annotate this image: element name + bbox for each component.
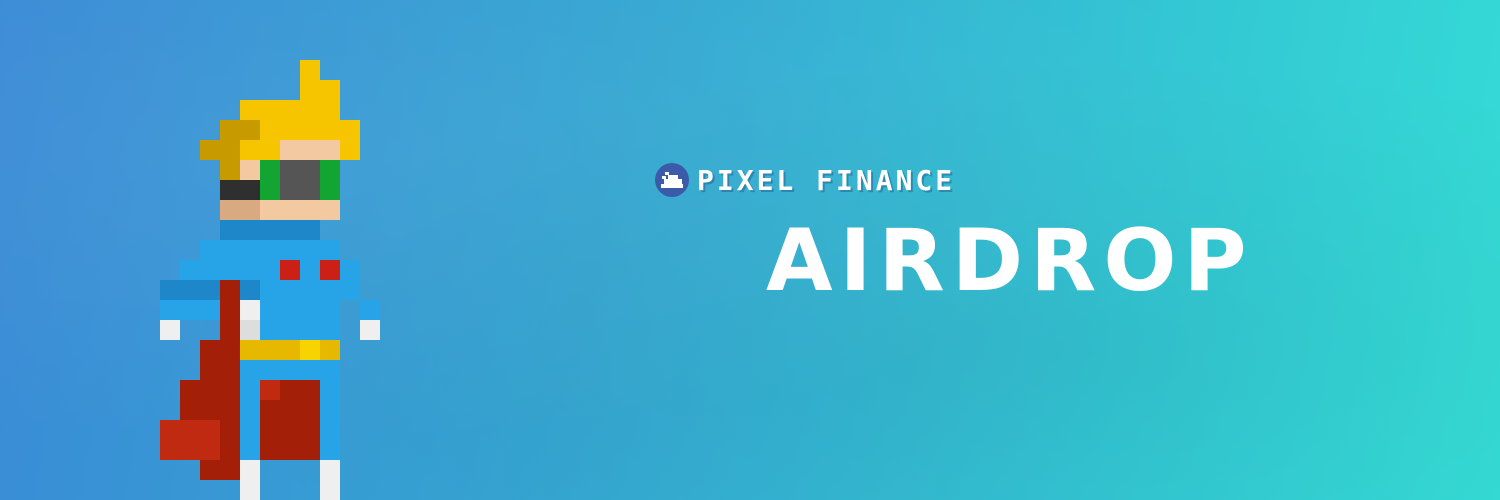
brand-name: PIXEL FINANCE — [697, 163, 956, 197]
cloud-pixel-logo-icon — [655, 163, 689, 197]
airdrop-banner: PIXEL FINANCE AIRDROP — [0, 0, 1500, 500]
page-title: AIRDROP — [766, 211, 1254, 311]
pixel-hero-character-icon — [160, 60, 380, 500]
brand: PIXEL FINANCE — [655, 163, 956, 197]
